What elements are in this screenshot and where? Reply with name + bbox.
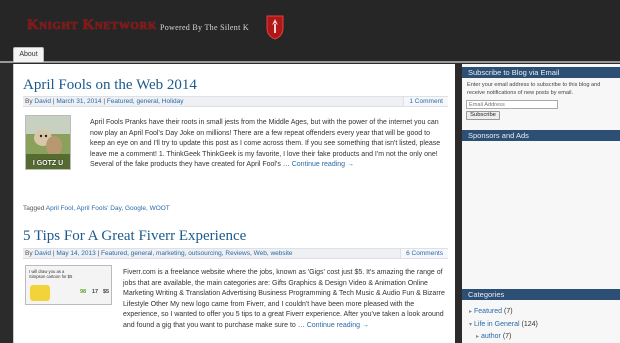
post-excerpt: Fiverr.com is a freelance website where … (23, 268, 448, 331)
main-content: April Fools on the Web 2014 By David | M… (13, 64, 455, 343)
date-link[interactable]: March 31, 2014 (56, 98, 101, 105)
post-title[interactable]: April Fools on the Web 2014 (23, 77, 448, 94)
meta-by: By (25, 98, 33, 105)
category-count: (7) (502, 333, 512, 340)
widget-title-sponsors: Sponsors and Ads (462, 130, 620, 141)
post-meta: By David | March 31, 2014 | Featured, ge… (23, 96, 448, 107)
tags-label: Tagged (23, 205, 45, 212)
sidebar-category-item[interactable]: ▸ author (7) (476, 333, 511, 340)
sidebar-category-item[interactable]: ▾ Life in General (124) (469, 321, 538, 328)
category-count: (124) (521, 321, 538, 328)
subscribe-button[interactable]: Subscribe (466, 111, 500, 120)
continue-reading-link[interactable]: Continue reading → (292, 161, 354, 168)
meta-by: By (25, 250, 33, 257)
post-title[interactable]: 5 Tips For A Great Fiverr Experience (23, 228, 448, 245)
post-thumbnail[interactable]: I GOTZ U (25, 115, 71, 170)
thumb-spacer (23, 268, 123, 322)
excerpt-text: April Fools Pranks have their roots in s… (90, 119, 441, 168)
category-link[interactable]: Web (254, 250, 267, 257)
category-link[interactable]: outsourcing (188, 250, 222, 257)
post: 5 Tips For A Great Fiverr Experience By … (23, 228, 448, 329)
site-tagline: Powered By The Silent K (160, 23, 249, 32)
continue-reading-link[interactable]: Continue reading → (307, 322, 369, 329)
triangle-right-icon: ▸ (469, 309, 473, 315)
triangle-down-icon: ▾ (469, 322, 473, 328)
category-link[interactable]: website (270, 250, 292, 257)
subscribe-description: Enter your email address to subscribe to… (467, 82, 601, 96)
site-logo[interactable]: Knight Knetwork (27, 17, 157, 34)
post-excerpt: April Fools Pranks have their roots in s… (90, 118, 445, 171)
comments-link[interactable]: 6 Comments (400, 249, 448, 258)
category-name[interactable]: Featured (474, 308, 502, 315)
author-link[interactable]: David (34, 250, 51, 257)
tag-link[interactable]: April Fool (46, 205, 73, 212)
email-field[interactable] (466, 100, 558, 109)
nav-tab-about[interactable]: About (13, 47, 44, 62)
nav-bar (0, 46, 620, 63)
widget-title-categories: Categories (462, 289, 620, 300)
category-count: (7) (504, 308, 513, 315)
sidebar-category-item[interactable]: ▸ Featured (7) (469, 308, 513, 315)
category-link[interactable]: Reviews (225, 250, 250, 257)
tag-link[interactable]: Google (125, 205, 146, 212)
author-link[interactable]: David (34, 98, 51, 105)
date-link[interactable]: May 14, 2013 (56, 250, 95, 257)
triangle-right-icon: ▸ (476, 334, 480, 340)
category-link[interactable]: Featured (101, 250, 127, 257)
tag-link[interactable]: April Fools' Day (77, 205, 122, 212)
category-link[interactable]: Featured (107, 98, 133, 105)
category-name[interactable]: author (481, 333, 501, 340)
post: April Fools on the Web 2014 By David | M… (23, 77, 448, 212)
category-link[interactable]: Holiday (162, 98, 184, 105)
comments-link[interactable]: 1 Comment (403, 97, 448, 106)
shield-icon (266, 15, 284, 40)
post-tags: Tagged April Fool, April Fools' Day, Goo… (23, 205, 170, 212)
thumb-caption: I GOTZ U (32, 160, 64, 167)
category-name[interactable]: Life in General (474, 321, 520, 328)
category-link[interactable]: general (131, 250, 153, 257)
post-meta: By David | May 14, 2013 | Featured, gene… (23, 248, 448, 259)
widget-title-subscribe: Subscribe to Blog via Email (462, 67, 620, 78)
category-link[interactable]: marketing (156, 250, 185, 257)
excerpt-text: Fiverr.com is a freelance website where … (123, 269, 445, 329)
category-link[interactable]: general (136, 98, 158, 105)
tag-link[interactable]: WOOT (150, 205, 170, 212)
